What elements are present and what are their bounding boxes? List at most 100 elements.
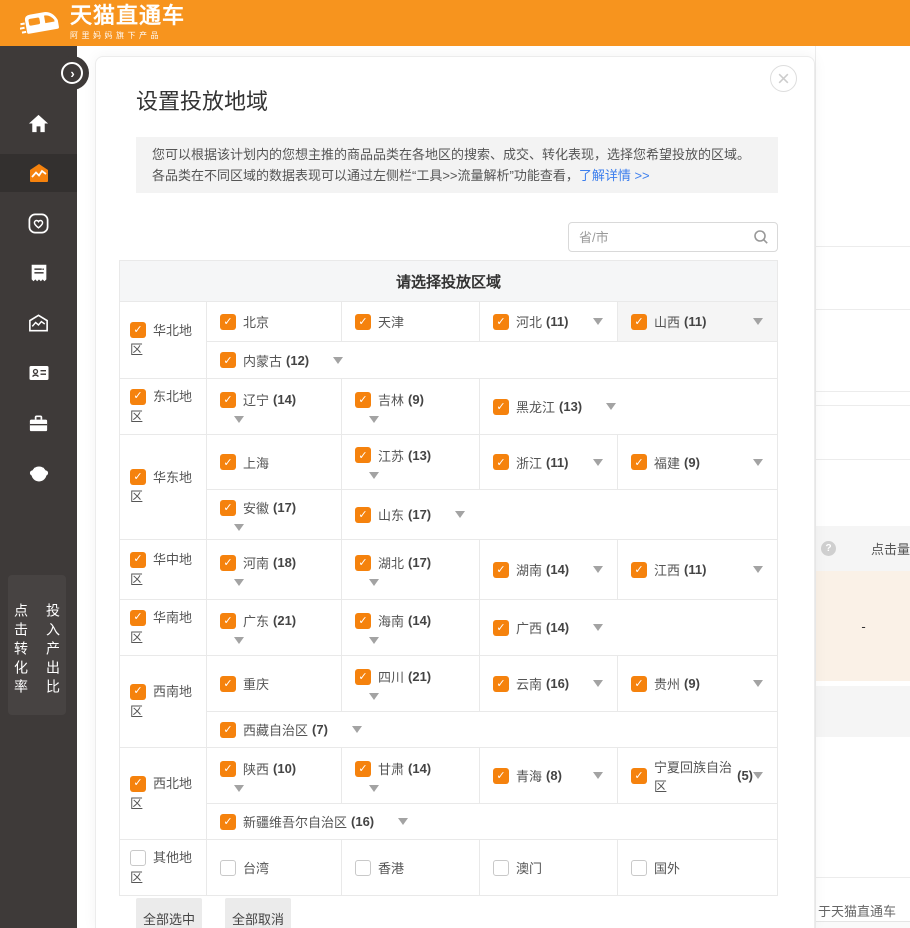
region-option[interactable]: 其他地区 — [120, 840, 207, 895]
dropdown-arrow-icon[interactable] — [593, 680, 603, 687]
province-checkbox[interactable] — [493, 399, 509, 415]
province-option[interactable]: 江西(11) — [618, 540, 777, 599]
province-option[interactable]: 黑龙江(13) — [480, 379, 777, 434]
dropdown-arrow-icon[interactable] — [234, 637, 244, 644]
province-option[interactable]: 广东(21) — [207, 600, 342, 655]
dropdown-arrow-icon[interactable] — [753, 318, 763, 325]
province-option[interactable]: 国外 — [618, 840, 777, 895]
province-option[interactable]: 西藏自治区(7) — [207, 712, 777, 747]
province-checkbox[interactable] — [355, 555, 371, 571]
province-option[interactable]: 湖北(17) — [342, 540, 480, 599]
region-option[interactable]: 西南地区 — [120, 656, 207, 747]
dropdown-arrow-icon[interactable] — [753, 680, 763, 687]
dropdown-arrow-icon[interactable] — [593, 318, 603, 325]
province-option[interactable]: 台湾 — [207, 840, 342, 895]
sidebar-item-tmall[interactable] — [0, 448, 77, 498]
province-option[interactable]: 河南(18) — [207, 540, 342, 599]
province-option[interactable]: 浙江(11) — [480, 435, 618, 489]
province-option[interactable]: 澳门 — [480, 840, 618, 895]
province-checkbox[interactable] — [493, 454, 509, 470]
province-option[interactable]: 新疆维吾尔自治区(16) — [207, 804, 777, 839]
province-option[interactable]: 福建(9) — [618, 435, 777, 489]
province-checkbox[interactable] — [220, 722, 236, 738]
province-option[interactable]: 贵州(9) — [618, 656, 777, 711]
region-option[interactable]: 东北地区 — [120, 379, 207, 434]
province-checkbox[interactable] — [355, 314, 371, 330]
dropdown-arrow-icon[interactable] — [234, 524, 244, 531]
province-checkbox[interactable] — [220, 613, 236, 629]
sidebar-item-favorites[interactable] — [0, 198, 77, 248]
region-checkbox[interactable] — [130, 684, 146, 700]
province-option[interactable]: 北京 — [207, 302, 342, 341]
dropdown-arrow-icon[interactable] — [369, 785, 379, 792]
dropdown-arrow-icon[interactable] — [369, 472, 379, 479]
province-checkbox[interactable] — [355, 613, 371, 629]
province-checkbox[interactable] — [493, 676, 509, 692]
province-checkbox[interactable] — [220, 860, 236, 876]
region-option[interactable]: 华北地区 — [120, 302, 207, 378]
province-checkbox[interactable] — [631, 454, 647, 470]
province-option[interactable]: 广西(14) — [480, 600, 777, 655]
sidebar-item-campaign[interactable] — [0, 154, 77, 192]
province-checkbox[interactable] — [355, 392, 371, 408]
province-option[interactable]: 安徽(17) — [207, 490, 342, 539]
province-checkbox[interactable] — [355, 507, 371, 523]
province-checkbox[interactable] — [220, 454, 236, 470]
search-icon[interactable] — [753, 229, 769, 245]
region-checkbox[interactable] — [130, 322, 146, 338]
province-checkbox[interactable] — [220, 814, 236, 830]
dropdown-arrow-icon[interactable] — [369, 416, 379, 423]
dropdown-arrow-icon[interactable] — [333, 357, 343, 364]
sidebar-item-report[interactable] — [0, 248, 77, 298]
province-option[interactable]: 湖南(14) — [480, 540, 618, 599]
province-checkbox[interactable] — [355, 860, 371, 876]
metric-panel[interactable]: 点击转化率 投入产出比 — [8, 575, 66, 715]
province-checkbox[interactable] — [220, 676, 236, 692]
search-input[interactable] — [568, 222, 778, 252]
province-option[interactable]: 辽宁(14) — [207, 379, 342, 434]
region-checkbox[interactable] — [130, 776, 146, 792]
region-checkbox[interactable] — [130, 850, 146, 866]
dropdown-arrow-icon[interactable] — [593, 772, 603, 779]
province-checkbox[interactable] — [493, 768, 509, 784]
province-option[interactable]: 上海 — [207, 435, 342, 489]
province-checkbox[interactable] — [493, 620, 509, 636]
province-option[interactable]: 香港 — [342, 840, 480, 895]
dropdown-arrow-icon[interactable] — [352, 726, 362, 733]
brand-logo[interactable]: 天猫直通车 阿里妈妈旗下产品 — [20, 5, 185, 41]
sidebar-item-business[interactable] — [0, 398, 77, 448]
region-option[interactable]: 华中地区 — [120, 540, 207, 599]
province-option[interactable]: 陕西(10) — [207, 748, 342, 803]
province-option[interactable]: 内蒙古(12) — [207, 342, 777, 378]
sidebar-item-account[interactable] — [0, 348, 77, 398]
region-option[interactable]: 华南地区 — [120, 600, 207, 655]
dropdown-arrow-icon[interactable] — [753, 459, 763, 466]
province-checkbox[interactable] — [220, 555, 236, 571]
province-option[interactable]: 宁夏回族自治区(5) — [618, 748, 777, 803]
dropdown-arrow-icon[interactable] — [234, 579, 244, 586]
province-option[interactable]: 甘肃(14) — [342, 748, 480, 803]
region-checkbox[interactable] — [130, 389, 146, 405]
learn-more-link[interactable]: 了解详情 >> — [579, 168, 650, 183]
region-option[interactable]: 西北地区 — [120, 748, 207, 839]
region-checkbox[interactable] — [130, 469, 146, 485]
dropdown-arrow-icon[interactable] — [455, 511, 465, 518]
region-option[interactable]: 华东地区 — [120, 435, 207, 539]
province-checkbox[interactable] — [220, 352, 236, 368]
province-checkbox[interactable] — [631, 860, 647, 876]
province-checkbox[interactable] — [220, 392, 236, 408]
sidebar-expand-button[interactable]: › — [55, 56, 89, 90]
province-option[interactable]: 河北(11) — [480, 302, 618, 341]
province-checkbox[interactable] — [631, 676, 647, 692]
province-option[interactable]: 天津 — [342, 302, 480, 341]
province-checkbox[interactable] — [493, 562, 509, 578]
close-icon[interactable] — [770, 65, 797, 92]
province-checkbox[interactable] — [631, 768, 647, 784]
province-option[interactable]: 吉林(9) — [342, 379, 480, 434]
province-option[interactable]: 海南(14) — [342, 600, 480, 655]
sidebar-item-home[interactable] — [0, 98, 77, 148]
dropdown-arrow-icon[interactable] — [369, 579, 379, 586]
dropdown-arrow-icon[interactable] — [398, 818, 408, 825]
dropdown-arrow-icon[interactable] — [606, 403, 616, 410]
dropdown-arrow-icon[interactable] — [753, 566, 763, 573]
